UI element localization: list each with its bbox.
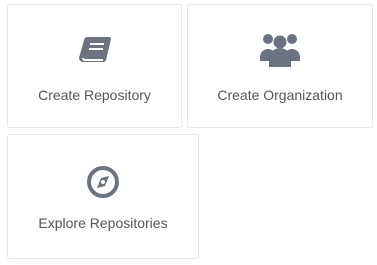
create-repository-label: Create Repository [38, 87, 151, 103]
book-icon [8, 36, 181, 66]
compass-icon [8, 165, 198, 199]
users-icon [188, 31, 372, 69]
explore-repositories-tile[interactable]: Explore Repositories [7, 134, 199, 259]
explore-repositories-label: Explore Repositories [38, 215, 168, 231]
create-repository-tile[interactable]: Create Repository [7, 4, 182, 128]
create-organization-label: Create Organization [217, 87, 343, 103]
create-organization-tile[interactable]: Create Organization [187, 4, 373, 128]
